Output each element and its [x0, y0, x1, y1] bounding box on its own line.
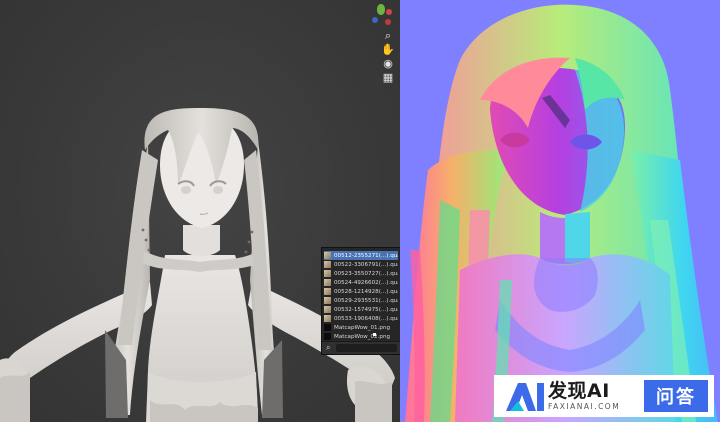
image-list-item[interactable]: 00533-1906408(...).quality	[324, 314, 398, 323]
image-thumbnail	[324, 333, 331, 340]
character-model	[0, 108, 395, 422]
image-list-item-label: 00522-3306791(...).quality	[334, 261, 398, 268]
search-icon: ⌕	[326, 343, 331, 352]
y-axis-icon[interactable]	[377, 4, 385, 15]
x-axis-icon[interactable]	[386, 9, 392, 15]
image-search-bar[interactable]: ⌕	[322, 341, 400, 354]
image-list-item[interactable]: MatcapWow_02.png	[324, 332, 398, 341]
image-thumbnail	[324, 315, 331, 322]
image-thumbnail	[324, 261, 331, 268]
image-search-input[interactable]	[336, 344, 397, 352]
image-list-item-label: 00528-1214928(...).quality	[334, 288, 398, 295]
image-list-item-label: 00512-2355271(...).quality	[334, 252, 398, 259]
zoom-icon[interactable]: ⌕	[381, 29, 395, 43]
image-list-item[interactable]: 00529-2935531(...).quality	[324, 296, 398, 305]
normal-map-render	[400, 0, 720, 422]
mouse-cursor	[373, 333, 376, 336]
image-thumbnail	[324, 270, 331, 277]
image-list-item-label: 00529-2935531(...).quality	[334, 297, 398, 304]
image-list-item[interactable]: MatcapWow_01.png	[324, 323, 398, 332]
x-axis-negative-icon[interactable]	[385, 19, 391, 25]
image-list-item[interactable]: 00512-2355271(...).quality	[324, 251, 398, 260]
z-axis-icon[interactable]	[372, 17, 378, 23]
image-thumbnail	[324, 279, 331, 286]
normal-map-character	[405, 4, 718, 422]
image-list-item-label: 00523-3550727(...).quality	[334, 270, 398, 277]
image-list-item-label: 00524-4926602(...).quality	[334, 279, 398, 286]
image-list-item-label: MatcapWow_01.png	[334, 324, 391, 331]
image-thumbnail	[324, 306, 331, 313]
hand-pan-icon[interactable]: ✋	[381, 43, 395, 57]
image-browser-popup[interactable]: 00512-2355271(...).quality 00522-3306791(…	[321, 247, 400, 355]
image-thumbnail	[324, 324, 331, 331]
image-list-item[interactable]: 00523-3550727(...).quality	[324, 269, 398, 278]
image-list-item-label: 00532-1574975(...).quality	[334, 306, 398, 313]
image-list-item-label: 00533-1906408(...).quality	[334, 315, 398, 322]
watermark-qa-badge: 问答	[644, 380, 708, 412]
watermark-title: 发现AI	[548, 379, 610, 402]
image-list-item[interactable]: 00524-4926602(...).quality	[324, 278, 398, 287]
grid-icon[interactable]: ▦	[381, 71, 395, 85]
image-list-item-label: MatcapWow_02.png	[334, 333, 391, 340]
camera-icon[interactable]: ◉	[381, 57, 395, 71]
image-list-item[interactable]: 00522-3306791(...).quality	[324, 260, 398, 269]
image-list-item[interactable]: 00532-1574975(...).quality	[324, 305, 398, 314]
image-list-item[interactable]: 00528-1214928(...).quality	[324, 287, 398, 296]
image-thumbnail	[324, 252, 331, 259]
image-thumbnail	[324, 288, 331, 295]
watermark-subtitle: FAXIANAI.COM	[548, 401, 621, 411]
watermark-banner: 发现AI FAXIANAI.COM 问答	[494, 375, 714, 417]
navigation-gizmo[interactable]	[370, 3, 396, 27]
3d-viewport[interactable]: ⌕ ✋ ◉ ▦ 00512-2355271(...).quality 00522-…	[0, 0, 400, 422]
image-thumbnail	[324, 297, 331, 304]
faxianai-logo-icon	[506, 383, 544, 411]
